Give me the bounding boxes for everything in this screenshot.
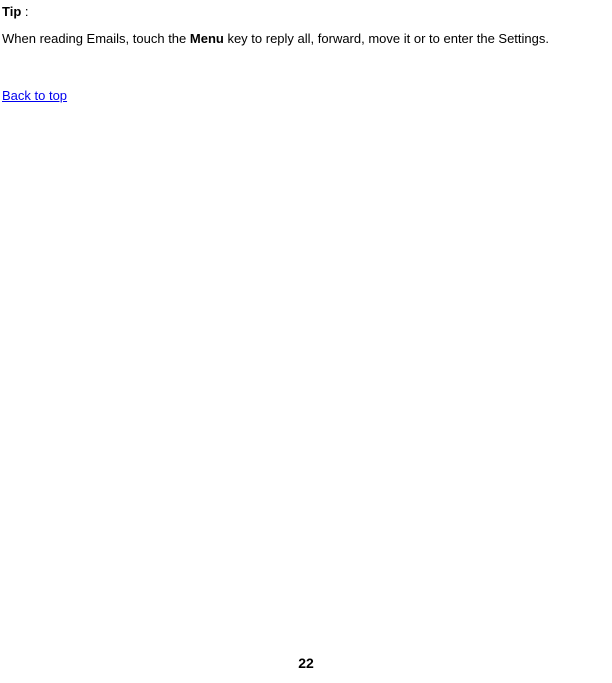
back-to-top-link[interactable]: Back to top: [2, 88, 67, 103]
body-bold-menu: Menu: [190, 31, 224, 46]
page-number: 22: [0, 655, 612, 671]
tip-line: Tip :: [2, 4, 610, 19]
body-part2: key to reply all, forward, move it or to…: [224, 31, 549, 46]
body-part1: When reading Emails, touch the: [2, 31, 190, 46]
tip-label: Tip: [2, 4, 21, 19]
tip-colon: :: [21, 4, 28, 19]
tip-body-text: When reading Emails, touch the Menu key …: [2, 31, 610, 48]
